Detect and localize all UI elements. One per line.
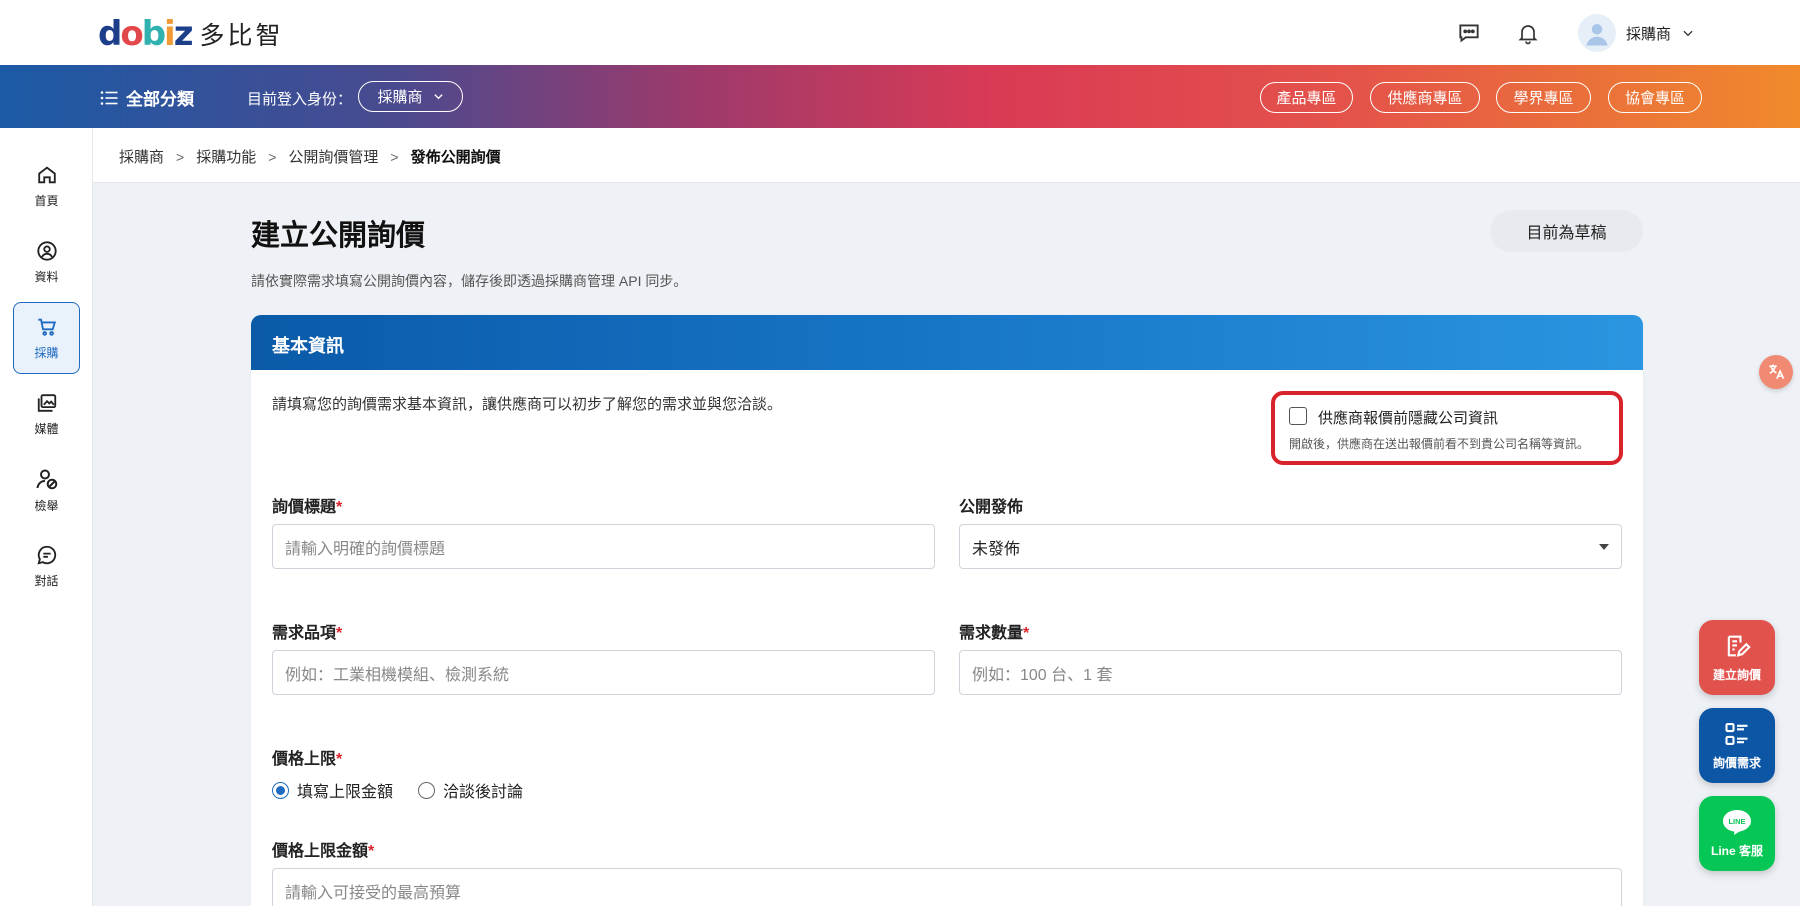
demand-quantity-label: 需求數量* bbox=[959, 625, 1030, 642]
sidebar-item-label: 檢舉 bbox=[34, 498, 59, 513]
demand-item-input[interactable]: 例如：工業相機模組、檢測系統 bbox=[272, 650, 935, 695]
chat-icon bbox=[36, 545, 56, 565]
price-limit-radio-amount[interactable] bbox=[272, 781, 289, 799]
logo-mark: dobiz bbox=[98, 14, 193, 54]
sidebar-item-label: 首頁 bbox=[34, 193, 59, 208]
inquiry-demand-fab[interactable]: 詢價需求 bbox=[1699, 708, 1775, 783]
all-categories-label: 全部分類 bbox=[126, 90, 194, 109]
price-limit-options: 填寫上限金額 洽談後討論 bbox=[272, 778, 523, 802]
chevron-right-icon: > bbox=[268, 148, 277, 165]
hide-company-option: 供應商報價前隱藏公司資訊 開啟後，供應商在送出報價前看不到貴公司名稱等資訊。 bbox=[1271, 391, 1623, 465]
breadcrumb: 採購商 > 採購功能 > 公開詢價管理 > 發佈公開詢價 bbox=[119, 146, 501, 167]
cart-icon bbox=[37, 318, 56, 336]
bell-icon[interactable] bbox=[1513, 18, 1543, 48]
edit-note-icon bbox=[1727, 635, 1751, 657]
breadcrumb-item-buyer[interactable]: 採購商 bbox=[119, 146, 164, 167]
zone-academia-button[interactable]: 學界專區 bbox=[1496, 82, 1591, 113]
main-nav: 全部分類 目前登入身份： 採購商 產品專區 供應商專區 學界專區 協會專區 bbox=[0, 65, 1800, 128]
sidebar-item-label: 對話 bbox=[34, 573, 59, 588]
sidebar-item-home[interactable]: 首頁 bbox=[13, 150, 80, 222]
page-subtitle: 請依實際需求填寫公開詢價內容，儲存後即透過採購商管理 API 同步。 bbox=[251, 273, 688, 289]
breadcrumb-item-purchase-functions[interactable]: 採購功能 bbox=[196, 146, 256, 167]
page-title: 建立公開詢價 bbox=[251, 220, 426, 252]
breadcrumb-current: 發佈公開詢價 bbox=[410, 149, 501, 166]
inquiry-title-label: 詢價標題* bbox=[272, 499, 343, 516]
card-title: 基本資訊 bbox=[251, 315, 1643, 370]
fab-label: Line 客服 bbox=[1710, 844, 1763, 858]
publish-select[interactable]: 未發佈 bbox=[959, 524, 1622, 569]
price-limit-option-amount[interactable]: 填寫上限金額 bbox=[297, 778, 393, 802]
user-name: 採購商 bbox=[1626, 25, 1672, 43]
line-icon: LINE bbox=[1723, 810, 1751, 835]
price-limit-label: 價格上限* bbox=[272, 751, 343, 768]
user-menu[interactable]: 採購商 bbox=[1578, 14, 1695, 52]
brand-logo[interactable]: dobiz 多比智 bbox=[98, 16, 284, 52]
chevron-right-icon: > bbox=[390, 148, 399, 165]
fab-label: 建立詢價 bbox=[1712, 668, 1761, 682]
role-select[interactable]: 採購商 bbox=[358, 81, 463, 112]
sidebar-item-label: 資料 bbox=[34, 269, 59, 284]
left-sidebar: 首頁 資料 採購 媒體 檢舉 對話 bbox=[0, 128, 93, 906]
sidebar-item-report[interactable]: 檢舉 bbox=[13, 454, 80, 526]
demand-item-label: 需求品項* bbox=[272, 625, 343, 642]
list-icon bbox=[1725, 723, 1748, 745]
home-icon bbox=[37, 166, 56, 183]
publish-label: 公開發佈 bbox=[959, 499, 1024, 516]
zone-suppliers-button[interactable]: 供應商專區 bbox=[1370, 82, 1480, 113]
price-amount-label: 價格上限金額* bbox=[272, 843, 375, 860]
zone-associations-button[interactable]: 協會專區 bbox=[1608, 82, 1702, 113]
messages-icon[interactable] bbox=[1454, 18, 1484, 48]
fab-label: 詢價需求 bbox=[1712, 756, 1761, 770]
caret-down-icon bbox=[1599, 543, 1609, 550]
card-description: 請填寫您的詢價需求基本資訊，讓供應商可以初步了解您的需求並與您洽談。 bbox=[272, 396, 783, 413]
demand-quantity-input[interactable]: 例如：100 台、1 套 bbox=[959, 650, 1622, 695]
top-header: dobiz 多比智 採購商 bbox=[0, 0, 1800, 65]
sidebar-item-profile[interactable]: 資料 bbox=[13, 226, 80, 298]
translate-icon[interactable] bbox=[1759, 355, 1793, 389]
zone-products-button[interactable]: 產品專區 bbox=[1260, 82, 1353, 113]
role-select-value: 採購商 bbox=[377, 89, 423, 106]
avatar bbox=[1578, 14, 1616, 52]
create-inquiry-fab[interactable]: 建立詢價 bbox=[1699, 620, 1775, 695]
status-badge: 目前為草稿 bbox=[1490, 210, 1643, 252]
inquiry-title-input[interactable]: 請輸入明確的詢價標題 bbox=[272, 524, 935, 569]
sidebar-item-media[interactable]: 媒體 bbox=[13, 378, 80, 450]
report-user-icon bbox=[36, 469, 57, 489]
hide-company-checkbox[interactable] bbox=[1289, 407, 1307, 425]
sidebar-item-label: 媒體 bbox=[34, 421, 59, 436]
login-as-label: 目前登入身份： bbox=[247, 91, 353, 108]
chevron-down-icon bbox=[433, 94, 443, 100]
all-categories-button[interactable]: 全部分類 bbox=[100, 85, 194, 110]
logo-text: 多比智 bbox=[199, 21, 284, 50]
basic-info-card: 基本資訊 請填寫您的詢價需求基本資訊，讓供應商可以初步了解您的需求並與您洽談。 … bbox=[251, 315, 1643, 906]
media-icon bbox=[37, 393, 56, 412]
price-limit-radio-negotiate[interactable] bbox=[418, 781, 436, 799]
user-circle-icon bbox=[36, 240, 57, 261]
sidebar-item-chat[interactable]: 對話 bbox=[13, 530, 80, 602]
svg-text:LINE: LINE bbox=[1728, 817, 1745, 826]
price-amount-input[interactable]: 請輸入可接受的最高預算 bbox=[272, 868, 1622, 906]
chevron-down-icon bbox=[1683, 30, 1693, 37]
hide-company-label[interactable]: 供應商報價前隱藏公司資訊 bbox=[1318, 407, 1498, 428]
chevron-right-icon: > bbox=[176, 148, 185, 165]
sidebar-item-label: 採購 bbox=[34, 345, 59, 360]
publish-select-value: 未發佈 bbox=[972, 540, 1021, 558]
sidebar-item-purchase[interactable]: 採購 bbox=[13, 302, 80, 374]
breadcrumb-bar: 採購商 > 採購功能 > 公開詢價管理 > 發佈公開詢價 bbox=[93, 128, 1800, 183]
price-limit-option-negotiate[interactable]: 洽談後討論 bbox=[443, 778, 523, 802]
hide-company-note: 開啟後，供應商在送出報價前看不到貴公司名稱等資訊。 bbox=[1289, 437, 1590, 451]
line-support-fab[interactable]: LINE Line 客服 bbox=[1699, 796, 1775, 871]
menu-icon bbox=[100, 90, 118, 105]
breadcrumb-item-public-inquiry[interactable]: 公開詢價管理 bbox=[288, 146, 378, 167]
